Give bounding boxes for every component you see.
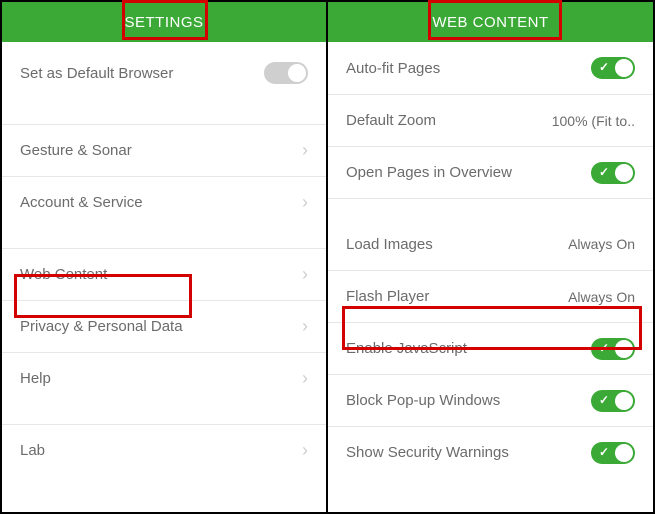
settings-header: SETTINGS: [2, 2, 326, 42]
row-privacy[interactable]: Privacy & Personal Data ›: [2, 300, 326, 352]
toggle-autofit[interactable]: ✓: [591, 57, 635, 79]
row-lab[interactable]: Lab ›: [2, 424, 326, 476]
toggle-knob: [615, 59, 633, 77]
webcontent-title: WEB CONTENT: [432, 14, 548, 31]
toggle-block-popups[interactable]: ✓: [591, 390, 635, 412]
label-account: Account & Service: [20, 194, 143, 211]
chevron-right-icon: ›: [302, 440, 308, 461]
toggle-knob: [615, 164, 633, 182]
row-security-warn[interactable]: Show Security Warnings ✓: [328, 426, 653, 478]
chevron-right-icon: ›: [302, 192, 308, 213]
row-help[interactable]: Help ›: [2, 352, 326, 404]
settings-list: Set as Default Browser Gesture & Sonar ›…: [2, 42, 326, 512]
toggle-open-overview[interactable]: ✓: [591, 162, 635, 184]
label-help: Help: [20, 370, 51, 387]
toggle-knob: [288, 64, 306, 82]
toggle-security-warn[interactable]: ✓: [591, 442, 635, 464]
row-enable-js[interactable]: Enable JavaScript ✓: [328, 322, 653, 374]
row-default-zoom[interactable]: Default Zoom 100% (Fit to..: [328, 94, 653, 146]
check-icon: ✓: [599, 393, 609, 407]
separator: [2, 228, 326, 248]
toggle-knob: [615, 340, 633, 358]
row-load-images[interactable]: Load Images Always On: [328, 218, 653, 270]
label-open-overview: Open Pages in Overview: [346, 164, 512, 181]
toggle-default-browser[interactable]: [264, 62, 308, 84]
row-open-overview[interactable]: Open Pages in Overview ✓: [328, 146, 653, 198]
label-load-images: Load Images: [346, 236, 433, 253]
row-flash-player[interactable]: Flash Player Always On: [328, 270, 653, 322]
separator: [328, 198, 653, 218]
label-enable-js: Enable JavaScript: [346, 340, 467, 357]
label-privacy: Privacy & Personal Data: [20, 318, 183, 335]
chevron-right-icon: ›: [302, 264, 308, 285]
check-icon: ✓: [599, 341, 609, 355]
settings-panel: SETTINGS Set as Default Browser Gesture …: [2, 2, 328, 512]
label-default-zoom: Default Zoom: [346, 112, 436, 129]
row-account-service[interactable]: Account & Service ›: [2, 176, 326, 228]
label-lab: Lab: [20, 442, 45, 459]
label-autofit: Auto-fit Pages: [346, 60, 440, 77]
chevron-right-icon: ›: [302, 140, 308, 161]
row-default-browser[interactable]: Set as Default Browser: [2, 42, 326, 104]
webcontent-panel: WEB CONTENT Auto-fit Pages ✓ Default Zoo…: [328, 2, 653, 512]
separator: [2, 104, 326, 124]
check-icon: ✓: [599, 165, 609, 179]
separator: [2, 404, 326, 424]
label-security-warn: Show Security Warnings: [346, 444, 509, 461]
webcontent-header: WEB CONTENT: [328, 2, 653, 42]
chevron-right-icon: ›: [302, 316, 308, 337]
toggle-knob: [615, 392, 633, 410]
settings-title: SETTINGS: [124, 14, 203, 31]
label-flash: Flash Player: [346, 288, 429, 305]
label-default-browser: Set as Default Browser: [20, 65, 173, 82]
label-gesture: Gesture & Sonar: [20, 142, 132, 159]
check-icon: ✓: [599, 445, 609, 459]
value-load-images: Always On: [568, 236, 635, 252]
label-web-content: Web Content: [20, 266, 107, 283]
label-block-popups: Block Pop-up Windows: [346, 392, 500, 409]
row-gesture-sonar[interactable]: Gesture & Sonar ›: [2, 124, 326, 176]
webcontent-list: Auto-fit Pages ✓ Default Zoom 100% (Fit …: [328, 42, 653, 512]
chevron-right-icon: ›: [302, 368, 308, 389]
check-icon: ✓: [599, 60, 609, 74]
row-autofit[interactable]: Auto-fit Pages ✓: [328, 42, 653, 94]
toggle-enable-js[interactable]: ✓: [591, 338, 635, 360]
row-web-content[interactable]: Web Content ›: [2, 248, 326, 300]
value-default-zoom: 100% (Fit to..: [552, 113, 635, 129]
row-block-popups[interactable]: Block Pop-up Windows ✓: [328, 374, 653, 426]
value-flash: Always On: [568, 289, 635, 305]
toggle-knob: [615, 444, 633, 462]
